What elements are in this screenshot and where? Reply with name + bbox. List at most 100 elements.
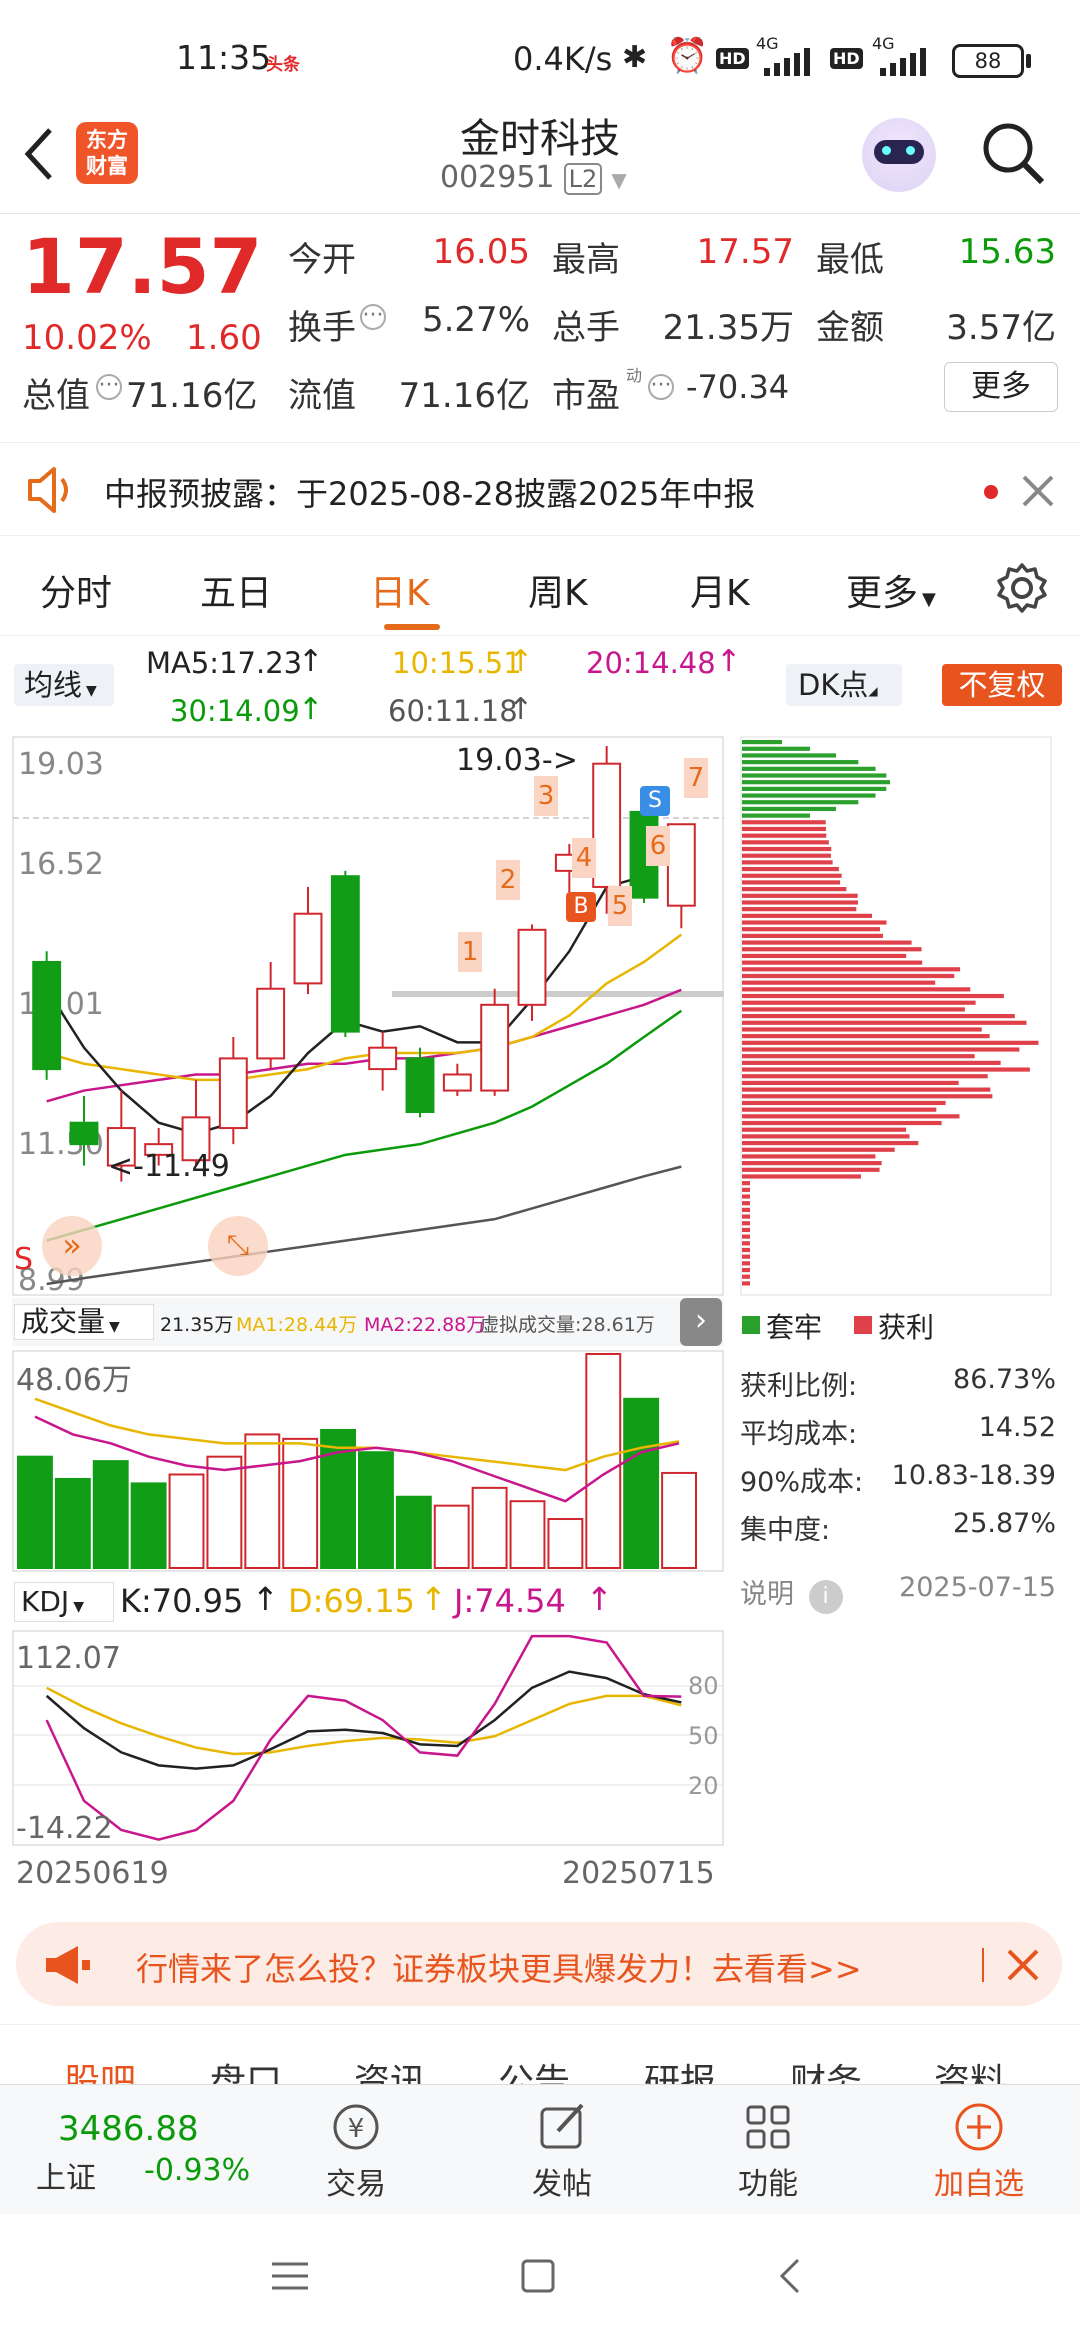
kline-chart[interactable]: 19.03 16.52 14.01 11.50 8.99 19.03-> <-1…	[12, 736, 724, 1296]
chevron-down-icon: ▼	[86, 683, 97, 699]
tab-announcements[interactable]: 公告	[498, 2053, 570, 2084]
tab-profile[interactable]: 资料	[934, 2053, 1006, 2084]
expand-icon[interactable]: »	[42, 1216, 102, 1276]
tab-weekly-k[interactable]: 周K	[528, 564, 588, 616]
volume-bar	[433, 1504, 470, 1569]
chip-bar	[742, 1054, 975, 1059]
chip-bar	[742, 1067, 1030, 1072]
chip-bar	[742, 1207, 750, 1212]
tab-label: 周K	[528, 573, 588, 614]
index-ticker[interactable]: 3486.88 上证 -0.93%	[20, 2105, 270, 2205]
sell-flag-left: S	[14, 1242, 34, 1277]
tab-finance[interactable]: 财务	[790, 2053, 862, 2084]
stock-code: 002951	[440, 160, 555, 195]
stat-label: 集中度:	[740, 1515, 831, 1546]
tab-guba[interactable]: 股吧	[64, 2053, 136, 2084]
marker-2[interactable]: 2	[496, 860, 520, 900]
candle-body	[69, 1121, 99, 1146]
chip-bar	[742, 786, 887, 791]
volume-value: 21.35万	[662, 308, 794, 348]
dk-button[interactable]: DK点◢	[786, 664, 902, 706]
stock-code-row[interactable]: 002951 L2 ▼	[440, 160, 660, 200]
chip-bar	[742, 766, 876, 771]
volume-chart[interactable]: 48.06万	[12, 1350, 724, 1572]
marker-3[interactable]: 3	[534, 776, 558, 816]
add-watchlist-button[interactable]: 加自选	[914, 2099, 1044, 2209]
tab-monthly-k[interactable]: 月K	[690, 564, 750, 616]
index-name: 上证	[36, 2161, 96, 2196]
candle-body	[32, 960, 62, 1071]
info-icon[interactable]: ···	[648, 374, 674, 400]
amount-label: 金额	[816, 308, 884, 348]
marker-7[interactable]: 7	[684, 758, 708, 798]
total-cap-label: 总值	[22, 376, 90, 416]
chip-bar	[742, 880, 841, 885]
gear-icon[interactable]	[996, 562, 1048, 614]
tab-news[interactable]: 资讯	[354, 2053, 426, 2084]
volume-bar	[471, 1486, 508, 1569]
ma-legend: 均线 ▼ MA5:17.23 ↑ 10:15.51 ↑ 20:14.48 ↑ 30…	[0, 640, 1080, 736]
chip-bar	[742, 1007, 965, 1012]
marker-1[interactable]: 1	[458, 932, 482, 972]
volume-bar	[661, 1471, 697, 1569]
chip-bar	[742, 760, 859, 765]
post-button[interactable]: 发帖	[512, 2099, 612, 2209]
menu-icon[interactable]	[270, 2260, 310, 2294]
zoom-icon[interactable]: ⤡	[208, 1216, 268, 1276]
legend-trapped: 套牢	[766, 1311, 823, 1344]
chip-bar	[742, 1014, 1015, 1019]
chip-bar	[742, 746, 810, 751]
info-icon[interactable]: ···	[96, 374, 122, 400]
chip-bar	[742, 1167, 880, 1172]
tab-pankou[interactable]: 盘口	[210, 2053, 282, 2084]
promo-banner[interactable]: 行情来了怎么投？证券板块更具爆发力！去看看>>	[16, 1922, 1062, 2006]
back-icon[interactable]	[18, 124, 58, 184]
kdj-j-value: J:74.54	[454, 1582, 566, 1620]
megaphone-icon	[46, 1946, 90, 1984]
kdj-chart[interactable]: 112.07 -14.22 80 50 20	[12, 1630, 724, 1846]
chip-bar	[742, 1174, 861, 1179]
sell-marker[interactable]: S	[640, 786, 670, 816]
chip-bar	[742, 920, 887, 925]
volume-ma1-line	[34, 1397, 680, 1472]
tab-more[interactable]: 更多 ▼	[846, 564, 936, 616]
robot-assistant-icon[interactable]	[862, 118, 936, 192]
trade-button[interactable]: ¥ 交易	[306, 2099, 406, 2209]
back-nav-icon[interactable]	[774, 2256, 804, 2296]
close-icon[interactable]	[1020, 473, 1056, 509]
tab-research[interactable]: 研报	[644, 2053, 716, 2084]
marker-5[interactable]: 5	[608, 886, 632, 926]
chip-bar	[742, 1100, 946, 1106]
volume-y-label: 48.06万	[16, 1363, 132, 1398]
function-button[interactable]: 功能	[718, 2099, 818, 2209]
info-icon[interactable]: i	[808, 1580, 843, 1614]
fq-button[interactable]: 不复权	[942, 664, 1062, 706]
marker-6[interactable]: 6	[646, 826, 670, 866]
volume-bar	[358, 1451, 394, 1569]
volume-bar	[623, 1397, 660, 1569]
app-logo[interactable]: 东方 财富	[76, 122, 138, 184]
chip-bar	[742, 1107, 937, 1112]
marker-4[interactable]: 4	[572, 838, 596, 878]
search-icon[interactable]	[978, 118, 1048, 188]
notice-bar[interactable]: 中报预披露：于2025-08-28披露2025年中报	[0, 442, 1080, 536]
buy-marker[interactable]: B	[566, 892, 596, 922]
tab-label: 月K	[690, 573, 750, 614]
stat-row: 90%成本: 10.83-18.39	[740, 1460, 1056, 1499]
chip-bar	[742, 1267, 750, 1273]
more-button[interactable]: 更多	[944, 362, 1058, 412]
home-icon[interactable]	[520, 2258, 556, 2294]
tab-daily-k[interactable]: 日K	[370, 564, 430, 616]
close-icon[interactable]	[1006, 1948, 1040, 1982]
kdj-selector[interactable]: KDJ ▼	[14, 1582, 114, 1622]
tab-five-day[interactable]: 五日	[200, 564, 272, 616]
chevron-right-icon[interactable]: ›	[680, 1298, 722, 1346]
volume-bar	[54, 1477, 91, 1569]
ma-selector[interactable]: 均线 ▼	[14, 664, 114, 706]
explain-label[interactable]: 说明	[740, 1579, 794, 1610]
chip-distribution[interactable]	[740, 736, 1052, 1296]
arrow-up-icon: ↑	[298, 692, 324, 727]
volume-selector[interactable]: 成交量 ▼	[14, 1304, 154, 1340]
chip-stats: 获利比例: 86.73% 平均成本: 14.52 90%成本: 10.83-18.39…	[740, 1364, 1056, 1624]
tab-intraday[interactable]: 分时	[40, 564, 112, 616]
